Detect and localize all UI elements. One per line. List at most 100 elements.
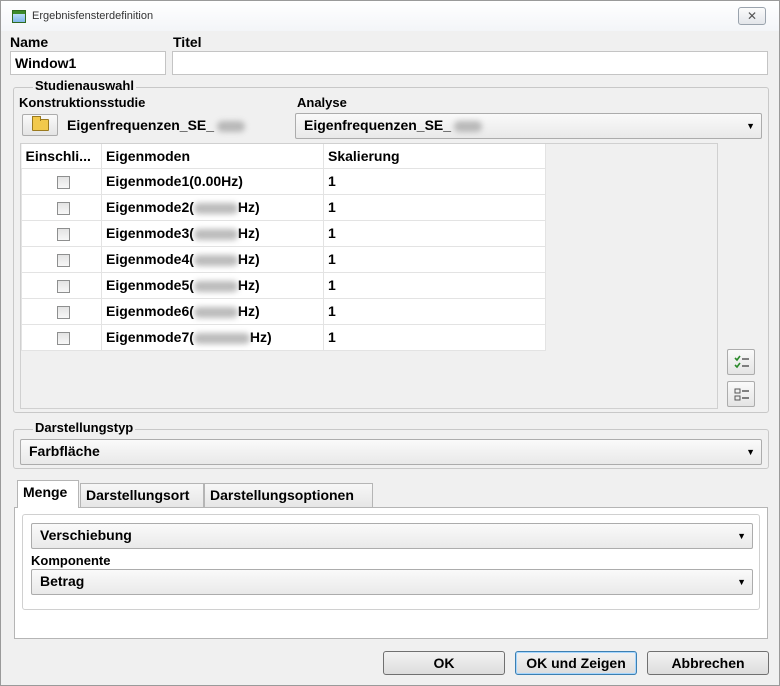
eigenmode-cell: Eigenmode1(0.00Hz) <box>101 167 324 195</box>
deselect-all-button[interactable] <box>727 381 755 407</box>
display-type-dropdown[interactable]: Farbfläche ▼ <box>20 439 762 465</box>
ok-and-show-button[interactable]: OK und Zeigen <box>515 651 637 675</box>
analysis-label: Analyse <box>297 95 347 110</box>
window-title: Ergebnisfensterdefinition <box>32 10 154 22</box>
table-row[interactable]: Eigenmode6( Hz) 1 <box>21 297 546 325</box>
name-input[interactable]: Window1 <box>10 51 166 75</box>
eigenmode-unit: Hz) <box>237 303 260 319</box>
chevron-down-icon: ▼ <box>746 447 755 457</box>
table-row[interactable]: Eigenmode5( Hz) 1 <box>21 271 546 299</box>
tab-display-options[interactable]: Darstellungsoptionen <box>204 483 373 507</box>
title-label: Titel <box>173 34 202 50</box>
include-cell <box>21 245 102 273</box>
check-list-icon <box>734 355 749 369</box>
cancel-button[interactable]: Abbrechen <box>647 651 769 675</box>
redacted-text <box>454 120 483 132</box>
include-cell <box>21 167 102 195</box>
table-row[interactable]: Eigenmode1(0.00Hz) 1 <box>21 167 546 195</box>
column-header-eigenmodes[interactable]: Eigenmoden <box>101 144 324 169</box>
include-cell <box>21 193 102 221</box>
quantity-dropdown[interactable]: Verschiebung ▼ <box>31 523 753 549</box>
scaling-cell[interactable]: 1 <box>323 297 546 325</box>
eigenmode-label: Eigenmode7( <box>106 329 194 345</box>
eigenmode-unit: Hz) <box>237 199 260 215</box>
include-checkbox[interactable] <box>56 279 70 293</box>
include-cell <box>21 297 102 325</box>
eigenmode-cell: Eigenmode2( Hz) <box>101 193 324 221</box>
scaling-cell[interactable]: 1 <box>323 323 546 351</box>
table-row[interactable]: Eigenmode7( Hz) 1 <box>21 323 546 351</box>
analysis-dropdown-value: Eigenfrequenzen_SE_ <box>304 117 452 133</box>
include-cell <box>21 271 102 299</box>
title-bar: Ergebnisfensterdefinition ✕ <box>1 1 779 31</box>
scaling-cell[interactable]: 1 <box>323 271 546 299</box>
eigenmode-cell: Eigenmode3( Hz) <box>101 219 324 247</box>
eigenmode-cell: Eigenmode6( Hz) <box>101 297 324 325</box>
name-label: Name <box>10 34 49 50</box>
quantity-tab-panel: Verschiebung ▼ Komponente Betrag ▼ <box>14 507 768 639</box>
eigenmode-cell: Eigenmode7( Hz) <box>101 323 324 351</box>
eigenmode-cell: Eigenmode4( Hz) <box>101 245 324 273</box>
component-value: Betrag <box>40 573 85 589</box>
chevron-down-icon: ▼ <box>746 121 755 131</box>
eigenmode-label: Eigenmode6( <box>106 303 194 319</box>
eigenmode-label: Eigenmode3( <box>106 225 194 241</box>
folder-open-icon <box>32 116 49 131</box>
ok-button[interactable]: OK <box>383 651 505 675</box>
study-selection-label: Studienauswahl <box>33 78 136 93</box>
display-type-value: Farbfläche <box>29 443 100 459</box>
eigenmode-unit: Hz) <box>237 251 260 267</box>
display-type-label: Darstellungstyp <box>33 420 136 435</box>
redacted-text <box>217 120 246 132</box>
design-study-text: Eigenfrequenzen_SE_ <box>67 117 215 133</box>
quantity-value: Verschiebung <box>40 527 132 543</box>
redacted-frequency <box>193 254 238 266</box>
include-cell <box>21 323 102 351</box>
column-header-scaling[interactable]: Skalierung <box>323 144 546 169</box>
close-button[interactable]: ✕ <box>738 7 766 25</box>
include-checkbox[interactable] <box>56 331 70 345</box>
analysis-dropdown[interactable]: Eigenfrequenzen_SE_ ▼ <box>295 113 762 139</box>
chevron-down-icon: ▼ <box>737 531 746 541</box>
eigenmodes-table: Einschli... Eigenmoden Skalierung Eigenm… <box>20 143 718 409</box>
include-checkbox[interactable] <box>56 305 70 319</box>
scaling-cell[interactable]: 1 <box>323 245 546 273</box>
redacted-frequency <box>193 306 238 318</box>
eigenmode-unit: Hz) <box>237 277 260 293</box>
design-study-label: Konstruktionsstudie <box>19 95 146 110</box>
table-row[interactable]: Eigenmode3( Hz) 1 <box>21 219 546 247</box>
eigenmode-cell: Eigenmode5( Hz) <box>101 271 324 299</box>
table-row[interactable]: Eigenmode2( Hz) 1 <box>21 193 546 221</box>
redacted-frequency <box>193 332 250 344</box>
scaling-cell[interactable]: 1 <box>323 193 546 221</box>
include-checkbox[interactable] <box>56 253 70 267</box>
scaling-cell[interactable]: 1 <box>323 219 546 247</box>
eigenmode-label: Eigenmode2( <box>106 199 194 215</box>
eigenmode-unit: Hz) <box>249 329 272 345</box>
tab-quantity[interactable]: Menge <box>17 480 79 508</box>
eigenmode-label: Eigenmode4( <box>106 251 194 267</box>
column-header-include[interactable]: Einschli... <box>21 144 102 169</box>
eigenmode-unit: Hz) <box>237 225 260 241</box>
eigenmode-label: Eigenmode5( <box>106 277 194 293</box>
include-checkbox[interactable] <box>56 227 70 241</box>
tab-display-location[interactable]: Darstellungsort <box>80 483 204 507</box>
design-study-value: Eigenfrequenzen_SE_ <box>67 117 246 133</box>
chevron-down-icon: ▼ <box>737 577 746 587</box>
uncheck-list-icon <box>734 388 749 401</box>
scaling-cell[interactable]: 1 <box>323 167 546 195</box>
window-app-icon <box>12 10 26 23</box>
open-design-study-button[interactable] <box>22 114 58 136</box>
result-window-definition-dialog: Ergebnisfensterdefinition ✕ Name Titel W… <box>0 0 780 686</box>
table-row[interactable]: Eigenmode4( Hz) 1 <box>21 245 546 273</box>
select-all-button[interactable] <box>727 349 755 375</box>
include-checkbox[interactable] <box>56 175 70 189</box>
redacted-frequency <box>193 280 238 292</box>
redacted-frequency <box>193 228 238 240</box>
redacted-frequency <box>193 202 238 214</box>
component-dropdown[interactable]: Betrag ▼ <box>31 569 753 595</box>
component-label: Komponente <box>31 553 111 568</box>
title-input[interactable] <box>172 51 768 75</box>
include-checkbox[interactable] <box>56 201 70 215</box>
eigenmode-label: Eigenmode1(0.00Hz) <box>106 173 243 189</box>
